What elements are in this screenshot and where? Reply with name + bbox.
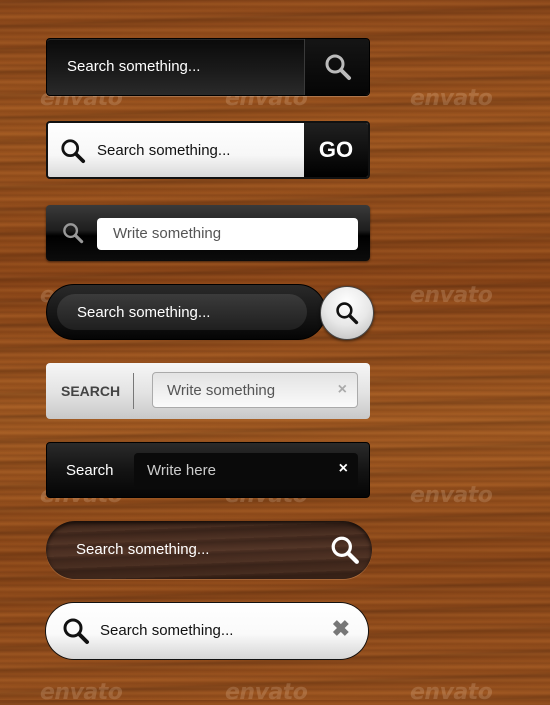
search-input[interactable]: Search something... <box>57 294 307 330</box>
search-input[interactable]: Search something... <box>97 142 230 159</box>
watermark: envato <box>410 483 493 508</box>
search-icon <box>325 54 351 80</box>
search-bar-go: Search something... GO <box>46 121 370 179</box>
watermark: envato <box>225 680 308 705</box>
placeholder-text: Write something <box>113 225 222 242</box>
search-bar-dark: Search something... <box>46 38 370 96</box>
go-button[interactable]: GO <box>304 123 368 177</box>
search-input[interactable]: Search something... <box>76 541 209 558</box>
search-button[interactable] <box>304 39 369 95</box>
divider <box>133 373 134 409</box>
search-icon <box>63 223 84 244</box>
search-input[interactable]: Write something × <box>152 372 358 408</box>
search-bar-white-pill: Search something... ✖ <box>46 603 368 659</box>
search-icon <box>63 618 89 644</box>
search-bar-wood: Search something... <box>46 521 372 579</box>
search-button[interactable] <box>320 286 374 340</box>
watermark: envato <box>410 283 493 308</box>
search-bar-pill-dark: Search something... <box>46 284 326 340</box>
watermark: envato <box>40 680 123 705</box>
search-input[interactable]: Search something... <box>67 58 200 75</box>
clear-icon[interactable]: × <box>339 460 348 478</box>
clear-icon[interactable]: ✖ <box>332 616 350 642</box>
search-icon <box>336 302 359 325</box>
watermark: envato <box>410 680 493 705</box>
search-label: SEARCH <box>61 383 121 399</box>
watermark: envato <box>410 86 493 111</box>
search-label: Search <box>66 462 114 479</box>
search-input[interactable]: Write something <box>97 218 358 250</box>
placeholder-text: Write here <box>147 462 216 479</box>
search-bar-dark-labeled: Search Write here × <box>46 442 370 498</box>
placeholder-text: Write something <box>167 382 276 399</box>
search-icon <box>61 139 86 164</box>
clear-icon[interactable]: × <box>338 381 347 399</box>
search-bar-silver: SEARCH Write something × <box>46 363 370 419</box>
search-input[interactable]: Search something... <box>100 622 233 639</box>
search-icon[interactable] <box>330 535 360 565</box>
search-input[interactable]: Write here × <box>134 453 358 487</box>
placeholder-text: Search something... <box>77 304 211 321</box>
search-bar-glossy: Write something <box>46 205 370 261</box>
